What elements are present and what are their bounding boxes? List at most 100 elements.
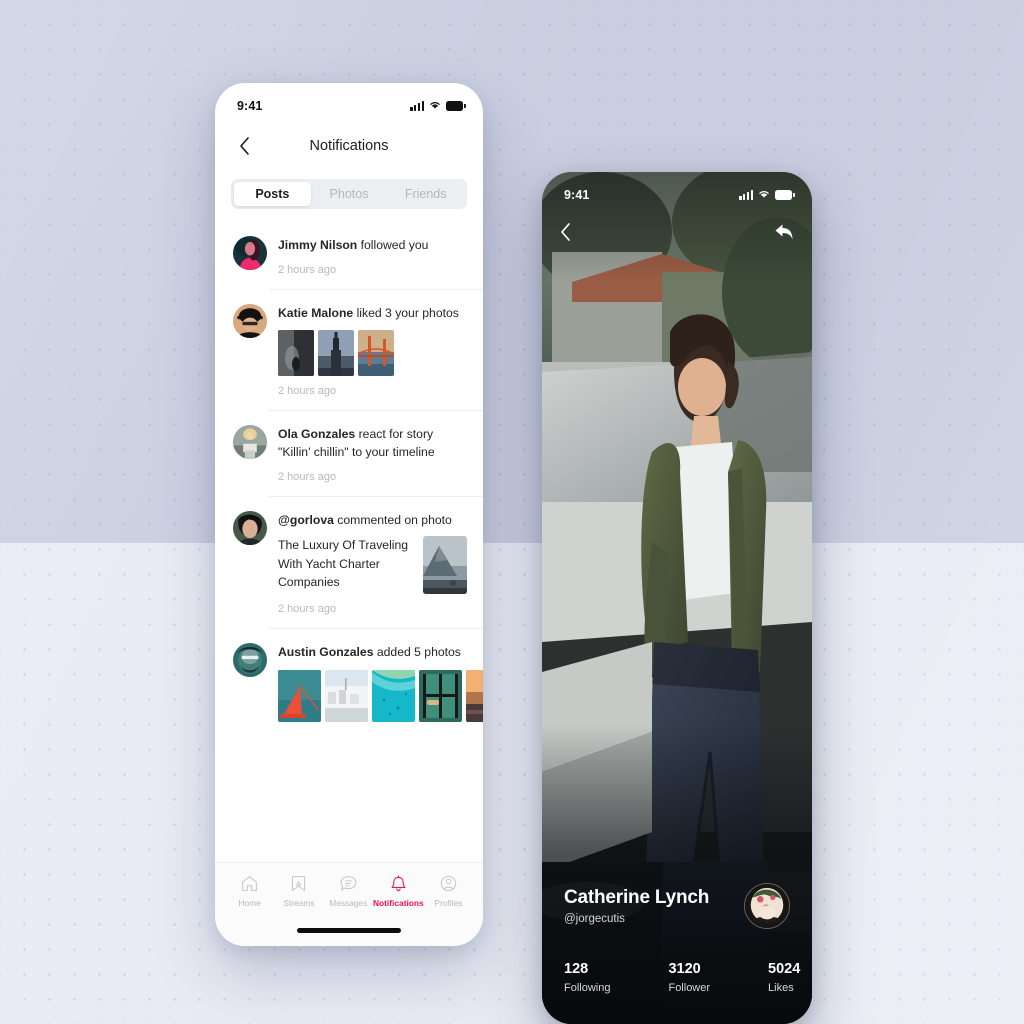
chevron-left-icon[interactable] [560,222,571,246]
tab-home[interactable]: Home [225,874,274,908]
chat-bubble-icon [340,876,357,891]
nav-header: Notifications [215,121,483,171]
cellular-signal-icon [739,190,753,200]
notification-action: liked 3 your photos [353,305,459,320]
photo-tower[interactable] [318,330,354,377]
notification-actor: Katie Malone [278,305,354,320]
notification-action: added 5 photos [373,645,461,660]
photo-green-window[interactable] [419,670,462,723]
home-indicator-bar[interactable] [297,928,401,933]
profile-handle: @jorgecutis [564,913,625,925]
notification-action: commented on photo [333,512,452,527]
chevron-left-icon[interactable] [233,135,255,157]
bookmark-icon [292,876,306,891]
profile-identity-row: Catherine Lynch @jorgecutis [564,883,790,929]
tab-messages[interactable]: Messages [324,874,373,908]
notification-body: Austin Gonzales added 5 photos [278,643,483,723]
photo-turquoise-coast[interactable] [372,670,415,723]
battery-icon [446,101,466,111]
avatar-catherine-lynch[interactable] [744,883,790,929]
segmented-tabs: Posts Photos Friends [231,179,467,209]
tab-bar-items: Home Streams Messages Notifications Prof… [225,874,473,908]
user-circle-icon [440,875,457,892]
tabs-container: Posts Photos Friends [215,171,483,221]
wifi-icon [429,97,441,115]
avatar-katie-malone [233,303,267,338]
bell-icon [391,875,406,892]
status-icons [739,186,795,204]
tab-friends[interactable]: Friends [387,182,464,206]
notification-text: Jimmy Nilson followed you [278,237,467,255]
stat-value: 128 [564,961,589,977]
tab-posts[interactable]: Posts [234,182,311,206]
battery-icon [775,190,795,200]
profile-identity: Catherine Lynch @jorgecutis [564,887,709,925]
status-bar: 9:41 [542,172,812,210]
status-bar: 9:41 [215,83,483,121]
stat-label: Likes [768,982,794,994]
background-sheen [0,0,1024,1024]
notification-text: Austin Gonzales added 5 photos [278,644,467,662]
notification-time: 2 hours ago [278,470,337,483]
notification-actor: Ola Gonzales [278,427,356,442]
home-icon [242,876,258,891]
avatar-jimmy-nilson [233,236,267,270]
photo-thumbnails [278,670,483,723]
notification-body: @gorlova commented on photo The Luxury O… [278,511,467,616]
profile-name: Catherine Lynch [564,887,710,908]
tab-label: Notifications [372,898,424,908]
tab-label: Messages [329,898,368,908]
photo-thumbnails [278,330,467,377]
notification-body: Katie Malone liked 3 your photos 2 hours… [278,304,467,397]
notification-item[interactable]: Ola Gonzales react for story "Killin' ch… [215,410,483,495]
phone-profile-screen: 9:41 Catherine Lynch @jorgecutis 128 Fol… [542,172,812,1024]
stat-likes[interactable]: 5024 Likes [768,961,800,994]
tab-profiles[interactable]: Profiles [424,874,473,908]
reply-share-icon[interactable] [774,223,794,246]
profile-info-panel: Catherine Lynch @jorgecutis 128 Followin… [542,883,812,1024]
tab-label: Home [238,898,261,908]
tab-notifications[interactable]: Notifications [373,874,424,908]
photo-orange-sunset[interactable] [466,670,483,723]
status-icons [410,97,466,115]
notification-text: Ola Gonzales react for story "Killin' ch… [278,426,467,461]
profile-header [542,210,812,258]
avatar-austin-gonzales [233,643,267,678]
notification-time: 2 hours ago [278,603,337,616]
avatar-gorlova [233,510,267,545]
notification-action: followed you [357,238,429,252]
notification-time: 2 hours ago [278,263,337,276]
comment-preview[interactable]: The Luxury Of Traveling With Yacht Chart… [278,536,467,595]
stat-value: 5024 [768,961,801,977]
wifi-icon [758,186,770,204]
bottom-tab-bar: Home Streams Messages Notifications Prof… [215,862,483,946]
notification-body: Ola Gonzales react for story "Killin' ch… [278,425,467,482]
notification-item[interactable]: @gorlova commented on photo The Luxury O… [215,495,483,629]
stat-value: 3120 [668,961,701,977]
photo-waterfall[interactable] [278,330,314,377]
profile-top-bar: 9:41 [542,172,812,258]
photo-sailboat-sea[interactable] [278,670,321,723]
tab-label: Profiles [434,898,463,908]
tab-photos[interactable]: Photos [311,182,388,206]
status-time: 9:41 [237,99,263,113]
notification-actor: @gorlova [278,512,334,527]
tab-label: Streams [283,898,315,908]
notification-item[interactable]: Jimmy Nilson followed you 2 hours ago [215,221,483,289]
notification-actor: Austin Gonzales [278,645,374,660]
notification-item[interactable]: Katie Malone liked 3 your photos 2 hours… [215,288,483,411]
photo-golden-gate[interactable] [358,330,394,377]
photo-white-town[interactable] [325,670,368,723]
stat-follower[interactable]: 3120 Follower [668,961,710,994]
page-title: Notifications [309,138,389,154]
stat-label: Following [564,982,611,994]
tab-streams[interactable]: Streams [274,874,323,908]
notification-text: Katie Malone liked 3 your photos [278,305,467,323]
comment-title: The Luxury Of Traveling With Yacht Chart… [278,538,409,590]
avatar-ola-gonzales [233,425,267,460]
photo-mountain-fjord[interactable] [423,536,467,595]
stat-label: Follower [668,982,711,994]
notification-list: Jimmy Nilson followed you 2 hours ago Ka… [215,221,483,735]
notification-item[interactable]: Austin Gonzales added 5 photos [215,628,483,735]
stat-following[interactable]: 128 Following [564,961,610,994]
